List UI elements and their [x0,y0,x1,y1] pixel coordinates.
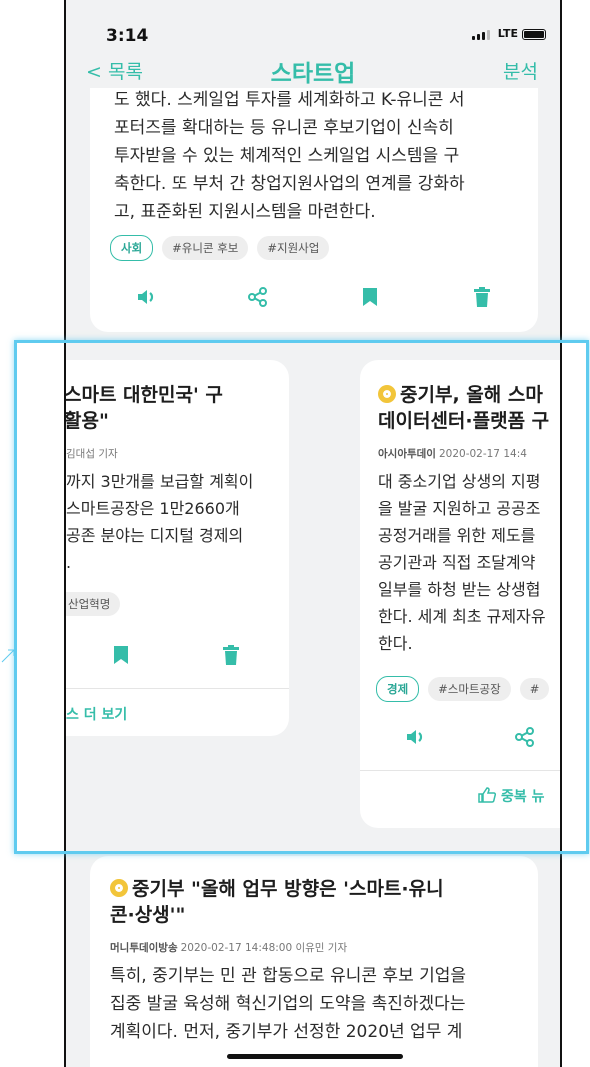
trash-icon[interactable] [426,282,538,312]
summary-line: 을 발굴 지원하고 공공조 [378,499,541,518]
summary-line: 공기관과 직접 조달계약 [378,553,536,572]
source-name: 머니투데이방송 [110,942,178,954]
summary-line: 집중 발굴 육성해 혁신기업의 도약을 촉진하겠다는 [110,994,466,1014]
summary-line: 고, 표준화된 지원시스템을 마련한다. [114,202,376,222]
article-meta: 머니투데이방송 2020-02-17 14:48:00 이유민 기자 [110,940,347,955]
speaker-icon[interactable] [90,282,202,312]
duplicate-news-link[interactable]: 중복 뉴 [478,786,545,806]
more-news-link[interactable]: 스 더 보기 [66,704,127,724]
summary-line: 한다. [378,634,413,653]
trash-icon[interactable] [176,640,286,670]
page-title: 스타트업 [270,61,356,87]
battery-icon [522,29,546,40]
hashtag[interactable]: #스마트공장 [428,677,511,701]
home-indicator[interactable] [227,1054,403,1059]
title-text: 중기부 "올해 업무 방향은 '스마트·유니 [132,878,444,900]
summary-line: 투자받을 수 있는 체계적인 스케일업 시스템을 구 [114,146,460,166]
title-text: 중기부, 올해 스마 [400,384,543,406]
summary-line: 스마트공장은 1만2660개 [66,499,240,518]
title-line: 콘·상생'" [110,904,186,926]
hashtag[interactable]: #유니콘 후보 [162,236,249,260]
title-line: 중기부, 올해 스마 [378,382,549,408]
summary-line: 대 중소기업 상생의 지평 [378,472,541,491]
status-bar: 3:14 LTE [66,0,560,54]
summary-line: 공존 분야는 디지털 경제의 [66,526,244,545]
tag-list: 산업혁명 [66,592,121,616]
summary-line: 도 했다. 스케일업 투자를 세계화하고 K-유니콘 서 [114,90,465,110]
duplicate-news-label: 중복 뉴 [501,789,545,805]
card-divider [66,688,289,689]
tag-list: 사회 #유니콘 후보 #지원사업 [110,235,330,261]
news-card-right[interactable]: 중기부, 올해 스마 데이터센터·플랫폼 구 아시아투데이 2020-02-17 … [360,360,560,828]
thumbs-up-icon [478,787,497,803]
title-line: 스마트 대한민국' 구 [64,384,223,406]
bookmark-icon[interactable] [66,640,176,670]
article-meta: 김대섭 기자 [66,448,118,460]
summary-line: 포터즈를 확대하는 등 유니콘 후보기업이 신속히 [114,118,454,138]
share-icon[interactable] [202,282,314,312]
article-title: 중기부, 올해 스마 데이터센터·플랫폼 구 [378,382,549,434]
signal-icon [472,30,490,40]
badge-icon [378,385,396,403]
tag-list: 경제 #스마트공장 # [376,676,550,702]
hashtag[interactable]: 산업혁명 [66,592,121,616]
summary-line: 공정거래를 위한 제도를 [378,526,536,545]
article-summary: 도 했다. 스케일업 투자를 세계화하고 K-유니콘 서 포터즈를 확대하는 등… [114,86,465,226]
source-name: 아시아투데이 [378,448,436,460]
news-card-left[interactable]: 스마트 대한민국' 구 활용" 김대섭 기자 까지 3만개를 보급할 계획이 스… [64,360,289,736]
badge-icon [110,879,128,897]
card-actions [360,722,560,752]
summary-line: . [66,553,72,572]
phone-screen: 3:14 LTE < 목록 스타트업 분석 도 했다. 스케일업 투자를 세계화… [64,0,562,1067]
summary-line: 한다. 세계 최초 규제자유 [378,607,546,626]
category-tag[interactable]: 경제 [376,676,420,702]
card-actions [66,640,286,670]
article-date: 2020-02-17 14:4 [438,448,527,460]
hashtag[interactable]: # [519,678,550,700]
summary-line: 일부를 하청 받는 상생협 [378,580,541,599]
article-summary: 까지 3만개를 보급할 계획이 스마트공장은 1만2660개 공존 분야는 디지… [66,468,253,576]
article-date: 2020-02-17 14:48:00 이유민 기자 [180,942,348,954]
news-card-top[interactable]: 도 했다. 스케일업 투자를 세계화하고 K-유니콘 서 포터즈를 확대하는 등… [90,60,538,332]
card-actions [90,282,538,312]
card-divider [360,770,560,771]
summary-line: 특히, 중기부는 민 관 합동으로 유니콘 후보 기업을 [110,966,467,986]
article-summary: 대 중소기업 상생의 지평 을 발굴 지원하고 공공조 공정거래를 위한 제도를… [378,468,546,657]
analysis-button[interactable]: 분석 [503,57,538,84]
status-time: 3:14 [106,26,149,46]
article-title: 중기부 "올해 업무 방향은 '스마트·유니 콘·상생'" [110,876,444,928]
title-line: 중기부 "올해 업무 방향은 '스마트·유니 [110,876,444,902]
navigation-bar: < 목록 스타트업 분석 [66,54,560,88]
hashtag[interactable]: #지원사업 [257,236,330,260]
title-line: 데이터센터·플랫폼 구 [378,410,550,432]
article-meta: 아시아투데이 2020-02-17 14:4 [378,446,527,461]
summary-line: 계획이다. 먼저, 중기부가 선정한 2020년 업무 계 [110,1022,463,1042]
article-summary: 특히, 중기부는 민 관 합동으로 유니콘 후보 기업을 집중 발굴 육성해 혁… [110,962,466,1046]
speaker-icon[interactable] [360,722,470,752]
network-label: LTE [497,27,518,40]
bookmark-icon[interactable] [314,282,426,312]
news-card-bottom[interactable]: 중기부 "올해 업무 방향은 '스마트·유니 콘·상생'" 머니투데이방송 202… [90,856,538,1067]
summary-line: 까지 3만개를 보급할 계획이 [66,472,254,491]
category-tag[interactable]: 사회 [110,235,154,261]
article-title: 스마트 대한민국' 구 활용" [64,382,223,434]
arrow-mark-icon [1,649,15,663]
title-line: 활용" [64,410,109,432]
share-icon[interactable] [470,722,560,752]
summary-line: 축한다. 또 부처 간 창업지원사업의 연계를 강화하 [114,174,465,194]
